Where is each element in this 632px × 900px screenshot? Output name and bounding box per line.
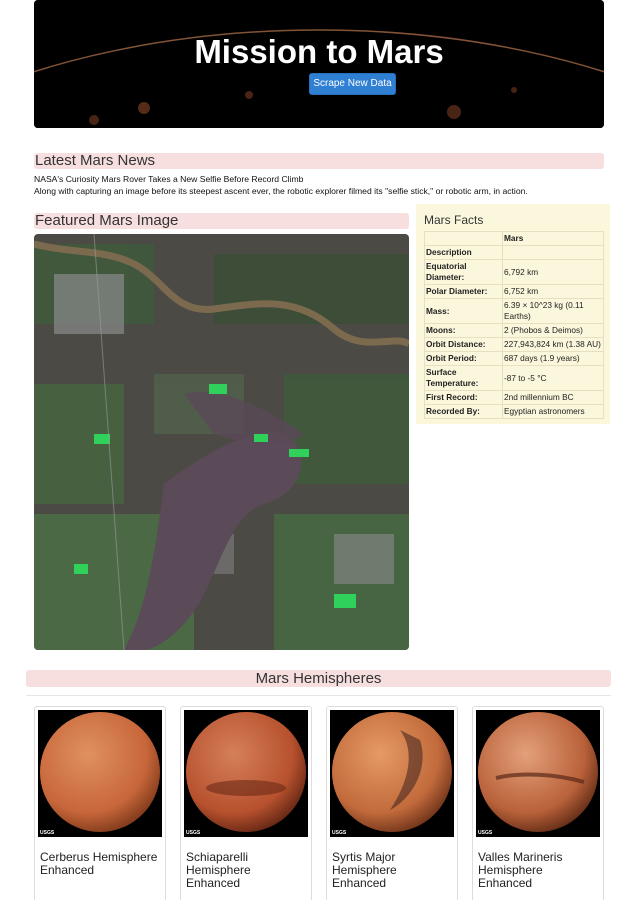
- fact-label: Polar Diameter:: [424, 284, 503, 299]
- fact-value: 6,792 km: [502, 259, 604, 285]
- table-header-row: Mars: [424, 231, 604, 246]
- usgs-logo: USGS: [332, 830, 347, 836]
- table-row: Polar Diameter: 6,752 km: [424, 284, 604, 299]
- hemisphere-image[interactable]: USGS: [38, 710, 162, 837]
- table-row: Recorded By: Egyptian astronomers: [424, 404, 604, 419]
- header-jumbotron: Mission to Mars Scrape New Data: [34, 0, 604, 128]
- hemisphere-title[interactable]: Schiaparelli Hemisphere Enhanced: [186, 851, 306, 890]
- fact-value: Egyptian astronomers: [502, 404, 604, 419]
- table-row: Surface Temperature: -87 to -5 °C: [424, 365, 604, 391]
- table-row: Orbit Distance: 227,943,824 km (1.38 AU): [424, 337, 604, 352]
- hemisphere-image[interactable]: USGS: [330, 710, 454, 837]
- fact-value: 2nd millennium BC: [502, 390, 604, 405]
- table-row: Orbit Period: 687 days (1.9 years): [424, 351, 604, 366]
- news-headline: NASA's Curiosity Mars Rover Takes a New …: [34, 174, 304, 184]
- fact-label: Surface Temperature:: [424, 365, 503, 391]
- header-empty-cell: [424, 231, 503, 246]
- featured-image[interactable]: [34, 234, 409, 650]
- table-row: Mass: 6.39 × 10^23 kg (0.11 Earths): [424, 298, 604, 324]
- hemisphere-title[interactable]: Syrtis Major Hemisphere Enhanced: [332, 851, 452, 890]
- fact-label: Orbit Distance:: [424, 337, 503, 352]
- fact-value: 227,943,824 km (1.38 AU): [502, 337, 604, 352]
- mars-facts-heading: Mars Facts: [424, 213, 484, 227]
- latest-news-heading: Latest Mars News: [34, 153, 604, 169]
- description-label: Description: [424, 245, 503, 260]
- fact-label: Moons:: [424, 323, 503, 338]
- hemisphere-card-valles-marineris[interactable]: USGS Valles Marineris Hemisphere Enhance…: [472, 706, 604, 900]
- usgs-logo: USGS: [186, 830, 201, 836]
- hemispheres-heading: Mars Hemispheres: [26, 670, 611, 687]
- hemisphere-image[interactable]: USGS: [184, 710, 308, 837]
- usgs-logo: USGS: [478, 830, 493, 836]
- mars-facts-table: Mars Description Equatorial Diameter: 6,7…: [424, 231, 604, 419]
- divider: [26, 695, 611, 696]
- page-title: Mission to Mars: [194, 33, 444, 70]
- fact-label: Recorded By:: [424, 404, 503, 419]
- header-mars-cell: Mars: [502, 231, 604, 246]
- table-row: First Record: 2nd millennium BC: [424, 390, 604, 405]
- fact-value: 6,752 km: [502, 284, 604, 299]
- empty-cell: [502, 245, 604, 260]
- hemisphere-image[interactable]: USGS: [476, 710, 600, 837]
- hemisphere-card-syrtis-major[interactable]: USGS Syrtis Major Hemisphere Enhanced: [326, 706, 458, 900]
- fact-label: Equatorial Diameter:: [424, 259, 503, 285]
- hemisphere-title[interactable]: Cerberus Hemisphere Enhanced: [40, 851, 160, 877]
- fact-label: First Record:: [424, 390, 503, 405]
- fact-label: Mass:: [424, 298, 503, 324]
- fact-label: Orbit Period:: [424, 351, 503, 366]
- featured-image-heading: Featured Mars Image: [34, 213, 409, 229]
- table-row: Description: [424, 245, 604, 260]
- fact-value: -87 to -5 °C: [502, 365, 604, 391]
- hemisphere-card-cerberus[interactable]: USGS Cerberus Hemisphere Enhanced: [34, 706, 166, 900]
- table-row: Equatorial Diameter: 6,792 km: [424, 259, 604, 285]
- hemisphere-card-schiaparelli[interactable]: USGS Schiaparelli Hemisphere Enhanced: [180, 706, 312, 900]
- fact-value: 2 (Phobos & Deimos): [502, 323, 604, 338]
- usgs-logo: USGS: [40, 830, 55, 836]
- fact-value: 687 days (1.9 years): [502, 351, 604, 366]
- fact-value: 6.39 × 10^23 kg (0.11 Earths): [502, 298, 604, 324]
- scrape-new-data-button[interactable]: Scrape New Data: [309, 73, 396, 95]
- table-row: Moons: 2 (Phobos & Deimos): [424, 323, 604, 338]
- news-teaser: Along with capturing an image before its…: [34, 186, 528, 196]
- hemisphere-title[interactable]: Valles Marineris Hemisphere Enhanced: [478, 851, 598, 890]
